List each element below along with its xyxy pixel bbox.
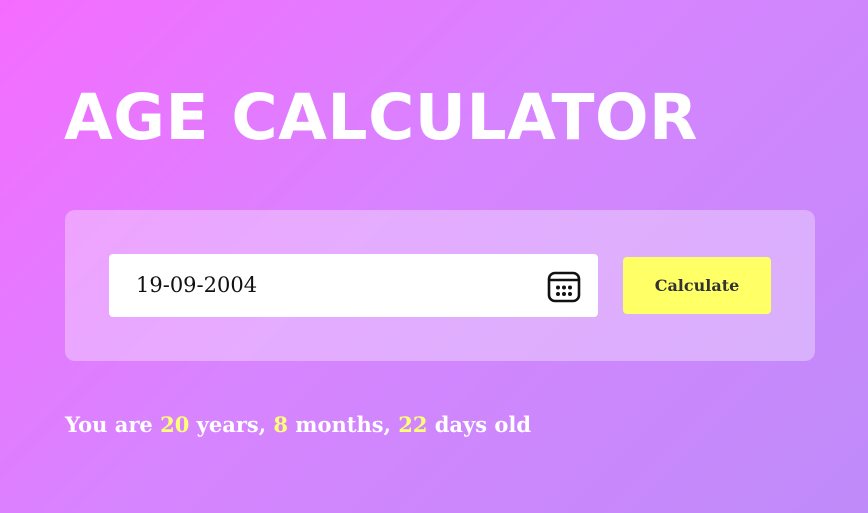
page-title: AGE CALCULATOR <box>64 81 699 154</box>
birthdate-input[interactable]: 19-09-2004 <box>109 254 598 317</box>
days-value: 22 <box>398 412 428 437</box>
age-result: You are 20 years, 8 months, 22 days old <box>65 408 531 442</box>
years-value: 20 <box>160 412 190 437</box>
calculate-button[interactable]: Calculate <box>623 257 771 314</box>
input-panel: 19-09-2004 Calculate <box>65 210 815 361</box>
birthdate-value[interactable]: 19-09-2004 <box>136 254 257 317</box>
calendar-icon[interactable] <box>546 268 582 304</box>
years-label: years, <box>189 412 274 437</box>
months-label: months, <box>287 412 399 437</box>
days-label: days old <box>427 412 532 437</box>
months-value: 8 <box>273 412 288 437</box>
result-prefix: You are <box>65 412 161 437</box>
